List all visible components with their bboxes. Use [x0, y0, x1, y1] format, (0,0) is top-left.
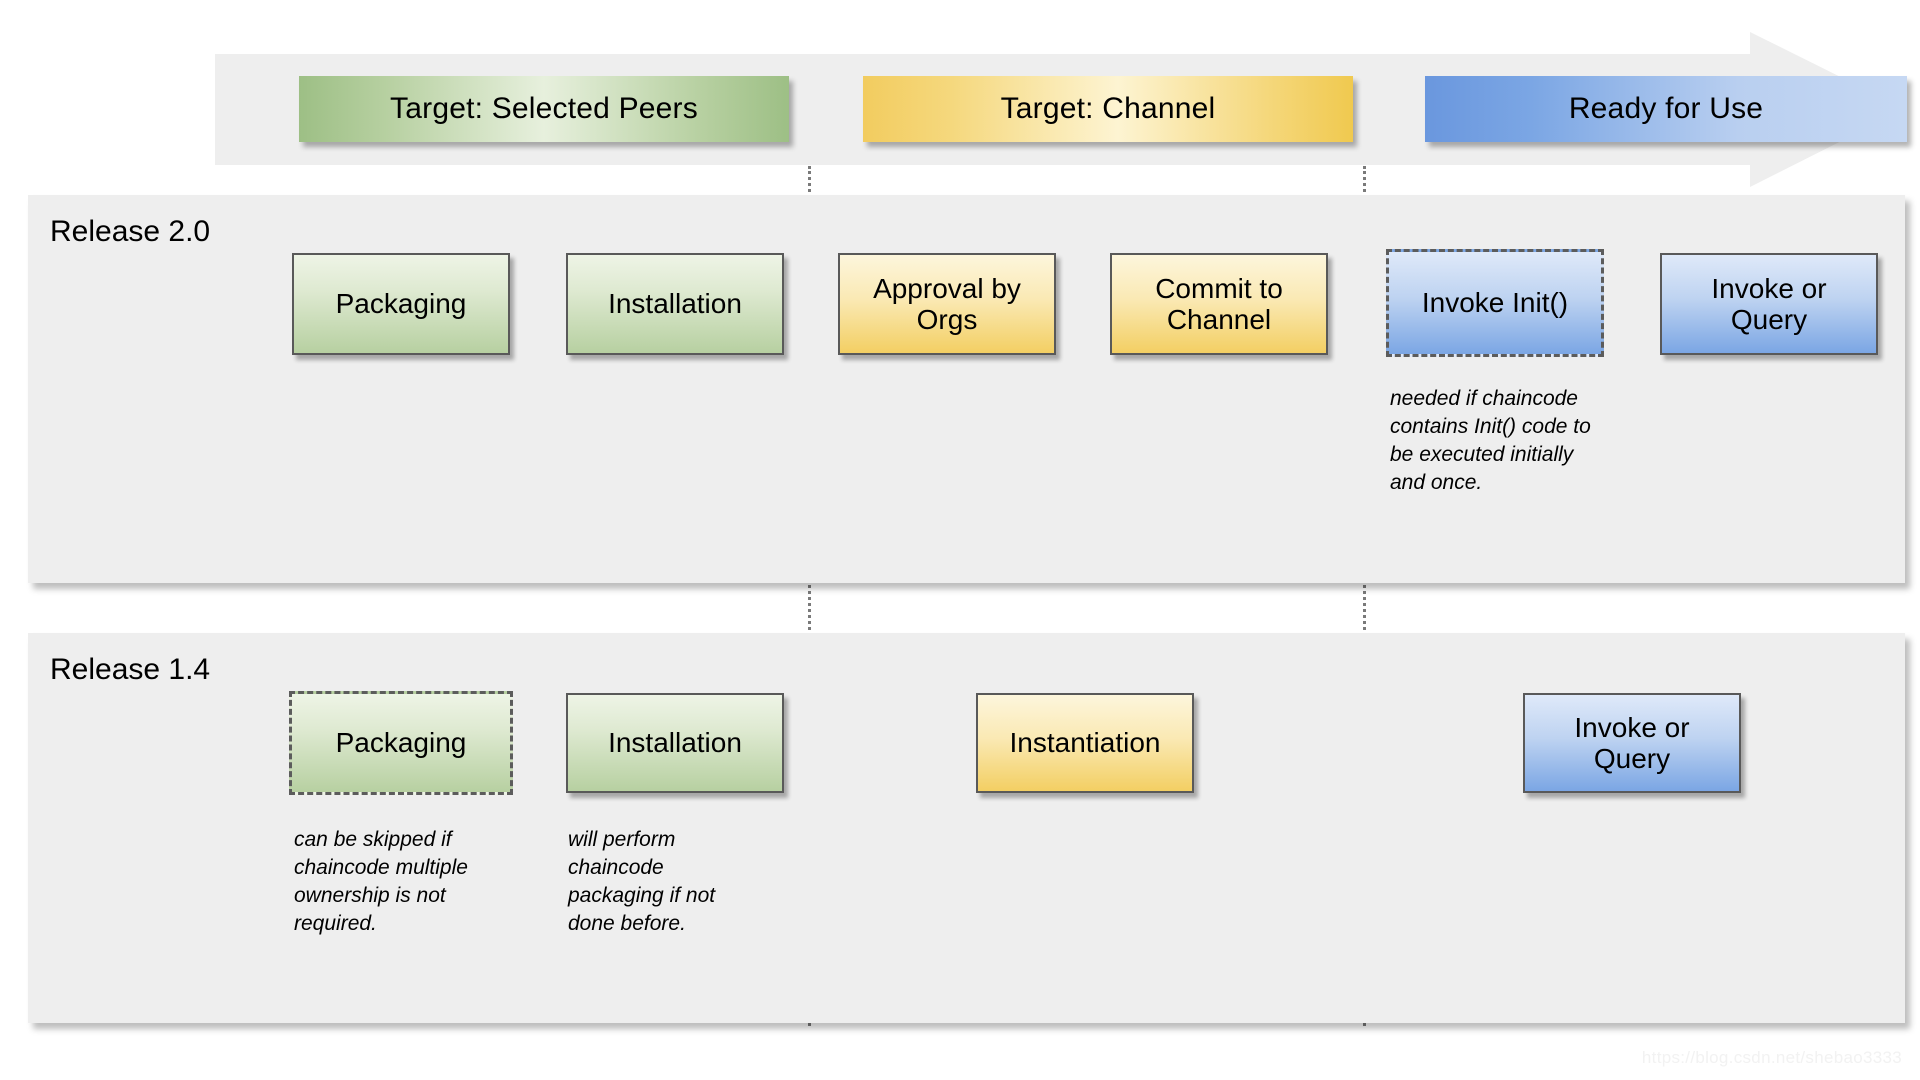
box-r20-packaging[interactable]: Packaging: [292, 253, 510, 355]
box-r20-invoke-init[interactable]: Invoke Init(): [1386, 249, 1604, 357]
box-r20-approval-by-orgs[interactable]: Approval by Orgs: [838, 253, 1056, 355]
note-r20-invoke-init: needed if chaincode contains Init() code…: [1390, 387, 1591, 494]
phase-target-selected-peers[interactable]: Target: Selected Peers: [299, 76, 789, 142]
row-label-release-2-0: Release 2.0: [50, 215, 211, 248]
row-release-1-4: Release 1.4 Packaging Installation Insta…: [28, 633, 1905, 1023]
row-release-2-0: Release 2.0 Packaging Installation Appro…: [28, 195, 1905, 583]
box-r20-invoke-or-query[interactable]: Invoke or Query: [1660, 253, 1878, 355]
box-r20-commit-to-channel[interactable]: Commit to Channel: [1110, 253, 1328, 355]
diagram-canvas: Target: Selected Peers Target: Channel R…: [0, 0, 1920, 1080]
watermark: https://blog.csdn.net/shebao3333: [1641, 1048, 1902, 1067]
box-r14-packaging[interactable]: Packaging: [289, 691, 513, 795]
box-r14-installation[interactable]: Installation: [566, 693, 784, 793]
box-r14-instantiation[interactable]: Instantiation: [976, 693, 1194, 793]
row-label-release-1-4: Release 1.4: [50, 653, 211, 686]
phase-target-channel[interactable]: Target: Channel: [863, 76, 1353, 142]
note-r14-packaging: can be skipped if chaincode multiple own…: [294, 828, 468, 935]
phase-arrow-banner: Target: Selected Peers Target: Channel R…: [215, 32, 1907, 187]
box-r14-invoke-or-query[interactable]: Invoke or Query: [1523, 693, 1741, 793]
note-r14-installation: will perform chaincode packaging if not …: [568, 828, 716, 935]
box-r20-installation[interactable]: Installation: [566, 253, 784, 355]
phase-ready-for-use[interactable]: Ready for Use: [1425, 76, 1907, 142]
